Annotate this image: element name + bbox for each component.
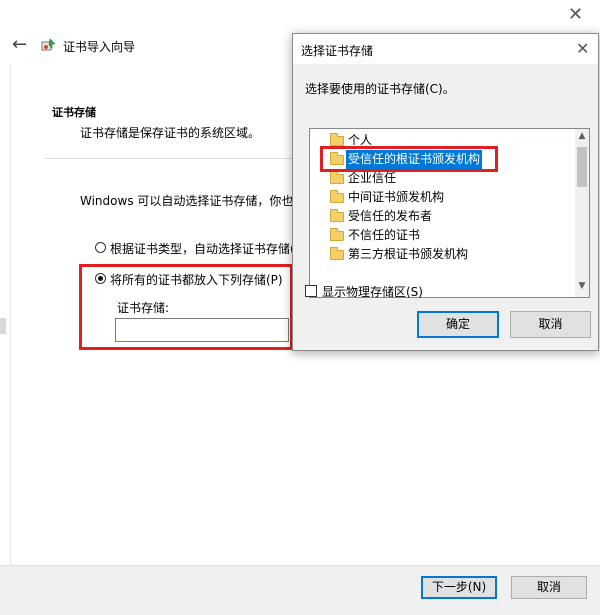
wizard-footer [0,565,600,615]
next-button[interactable]: 下一步(N) [421,576,497,599]
scroll-down-arrow-icon[interactable]: ▼ [575,281,589,291]
tree-item-label: 不信任的证书 [348,228,421,242]
folder-icon [330,209,344,222]
dialog-titlebar: 选择证书存储 ✕ [293,34,598,64]
close-icon[interactable]: ✕ [568,6,583,24]
tree-scrollbar[interactable]: ▲ ▼ [575,129,589,297]
radio-manual-label: 将所有的证书都放入下列存储(P) [110,273,283,287]
dialog-prompt: 选择要使用的证书存储(C)。 [305,82,455,96]
wizard-cancel-button[interactable]: 取消 [511,576,587,599]
store-field-label: 证书存储: [117,301,170,315]
section-heading: 证书存储 [52,106,96,119]
checkbox[interactable] [305,285,317,297]
scroll-thumb[interactable] [577,147,587,187]
highlight-box-selected-store [320,146,498,172]
folder-icon [330,228,344,241]
certificate-store-input[interactable] [115,318,289,342]
radio-button-selected[interactable] [95,273,106,284]
background-window-edge [0,318,6,334]
certificate-wizard-icon [41,37,57,53]
radio-auto-label: 根据证书类型，自动选择证书存储(U [110,242,304,256]
radio-button[interactable] [95,242,106,253]
folder-icon [330,171,344,184]
tree-item-label: 中间证书颁发机构 [348,190,445,204]
folder-icon [330,133,344,146]
folder-icon [330,247,344,260]
dialog-title: 选择证书存储 [301,44,374,58]
select-certificate-store-dialog: 选择证书存储 ✕ 选择要使用的证书存储(C)。 个人 受信任的根证书颁发机构 企… [292,33,599,351]
intro-text: Windows 可以自动选择证书存储，你也可 [80,194,306,208]
dialog-close-icon[interactable]: ✕ [576,40,589,58]
show-physical-label: 显示物理存储区(S) [322,285,423,299]
folder-icon [330,190,344,203]
back-arrow-icon[interactable]: ← [12,34,27,55]
section-description: 证书存储是保存证书的系统区域。 [80,126,261,140]
wizard-title: 证书导入向导 [63,40,136,54]
ok-button[interactable]: 确定 [417,311,499,338]
tree-item-label: 第三方根证书颁发机构 [348,247,469,261]
tree-item-label: 受信任的发布者 [348,209,433,223]
scroll-up-arrow-icon[interactable]: ▲ [575,131,589,141]
dialog-cancel-button[interactable]: 取消 [510,311,591,338]
divider [44,158,294,159]
